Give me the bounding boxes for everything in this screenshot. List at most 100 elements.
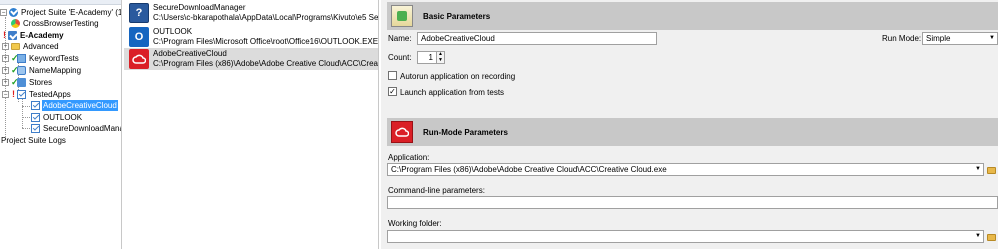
tree-line xyxy=(22,117,30,118)
run-mode-value: Simple xyxy=(926,34,951,43)
working-folder-label: Working folder: xyxy=(388,219,442,228)
tree-item-adobecreativecloud[interactable]: AdobeCreativeCloud xyxy=(31,100,118,111)
folder-icon xyxy=(11,43,20,50)
folder-open-icon xyxy=(986,233,996,241)
run-mode-parameters-header: Run-Mode Parameters xyxy=(387,118,998,146)
tree-item-stores[interactable]: + ✓ Stores xyxy=(2,77,53,88)
check-marker-icon: ✓ xyxy=(11,53,19,63)
application-label: Application: xyxy=(388,153,430,162)
run-mode-select[interactable]: Simple ▼ xyxy=(922,32,998,45)
tree-item-label: Advanced xyxy=(23,42,59,51)
tested-app-icon xyxy=(31,124,40,133)
browse-working-folder-button[interactable] xyxy=(985,231,997,243)
tree-item-advanced[interactable]: + Advanced xyxy=(2,41,60,52)
tree-item-label: CrossBrowserTesting xyxy=(23,19,99,28)
section-title: Basic Parameters xyxy=(423,11,491,21)
chevron-down-icon[interactable]: ▼ xyxy=(973,231,983,242)
collapse-toggle[interactable]: − xyxy=(0,9,7,16)
question-mark-icon: ? xyxy=(129,3,149,23)
tree-item-namemapping[interactable]: + ✓ NameMapping xyxy=(2,65,82,76)
app-name: SecureDownloadManager xyxy=(153,3,246,12)
app-name: OUTLOOK xyxy=(153,27,193,36)
autorun-checkbox[interactable] xyxy=(388,71,397,80)
app-name: AdobeCreativeCloud xyxy=(153,49,227,58)
name-label: Name: xyxy=(388,34,412,43)
tree-item-label: E-Academy xyxy=(20,31,64,40)
spin-buttons[interactable]: ▲ ▼ xyxy=(436,52,444,63)
application-combo[interactable]: C:\Program Files (x86)\Adobe\Adobe Creat… xyxy=(387,163,984,176)
basic-parameters-header: Basic Parameters xyxy=(387,2,998,30)
tree-item-project-suite[interactable]: − Project Suite 'E-Academy' (1 project) xyxy=(0,7,122,18)
project-explorer-tree[interactable]: − Project Suite 'E-Academy' (1 project) … xyxy=(0,0,122,249)
tree-item-testedapps[interactable]: − ! TestedApps xyxy=(2,89,72,100)
error-marker-icon: ! xyxy=(12,89,15,99)
tree-item-label: Project Suite Logs xyxy=(1,136,66,145)
expand-toggle[interactable]: + xyxy=(2,55,9,62)
adobe-creative-cloud-icon xyxy=(129,49,149,69)
tree-item-label: AdobeCreativeCloud xyxy=(42,100,118,111)
browse-application-button[interactable] xyxy=(985,164,997,176)
count-label: Count: xyxy=(388,53,412,62)
autorun-label: Autorun application on recording xyxy=(400,72,516,81)
launch-from-tests-label: Launch application from tests xyxy=(400,88,505,97)
tree-line xyxy=(22,98,23,128)
keyword-tests-icon xyxy=(17,54,26,63)
chevron-down-icon[interactable]: ▼ xyxy=(973,164,983,175)
tree-toolbar xyxy=(0,0,121,5)
section-title: Run-Mode Parameters xyxy=(423,127,508,137)
tested-apps-list[interactable]: ? SecureDownloadManager C:\Users\c-bkara… xyxy=(124,0,379,249)
tree-item-label: NameMapping xyxy=(29,66,82,75)
tree-line xyxy=(22,106,30,107)
chevron-down-icon[interactable]: ▼ xyxy=(987,33,997,44)
tree-item-label: SecureDownloadManager xyxy=(43,124,121,133)
cmdline-field[interactable] xyxy=(387,196,998,209)
expand-toggle[interactable]: + xyxy=(2,67,9,74)
tree-item-keywordtests[interactable]: + ✓ KeywordTests xyxy=(2,53,80,64)
list-item-outlook[interactable]: O OUTLOOK C:\Program Files\Microsoft Off… xyxy=(124,26,379,48)
count-stepper[interactable]: 1 ▲ ▼ xyxy=(417,51,445,64)
tree-item-label: OUTLOOK xyxy=(43,113,83,122)
tree-item-e-academy[interactable]: ! E-Academy xyxy=(2,30,65,41)
name-mapping-icon xyxy=(17,66,26,75)
tree-line xyxy=(22,128,30,129)
run-mode-label: Run Mode: xyxy=(882,34,922,43)
tree-item-label: TestedApps xyxy=(29,90,71,99)
tree-item-label: Stores xyxy=(29,78,53,87)
tree-item-label: KeywordTests xyxy=(29,54,79,63)
app-path: C:\Program Files (x86)\Adobe\Adobe Creat… xyxy=(153,59,378,68)
spin-down-icon[interactable]: ▼ xyxy=(437,57,444,64)
tested-apps-icon xyxy=(17,90,26,99)
launch-from-tests-checkbox[interactable]: ✓ xyxy=(388,87,397,96)
list-item-adobecreativecloud[interactable]: AdobeCreativeCloud C:\Program Files (x86… xyxy=(124,48,378,70)
check-marker-icon: ✓ xyxy=(11,77,19,87)
tree-item-project-suite-logs[interactable]: Project Suite Logs xyxy=(0,135,67,146)
app-path: C:\Users\c-bkarapothala\AppData\Local\Pr… xyxy=(153,13,379,22)
expand-toggle[interactable]: + xyxy=(2,79,9,86)
cross-browser-icon xyxy=(11,19,20,28)
project-suite-icon xyxy=(9,8,18,17)
basic-parameters-icon xyxy=(391,5,413,27)
tested-app-icon xyxy=(31,113,40,122)
tree-item-label: Project Suite 'E-Academy' (1 project) xyxy=(21,8,122,17)
folder-open-icon xyxy=(986,166,996,174)
expand-toggle[interactable]: + xyxy=(2,43,9,50)
collapse-toggle[interactable]: − xyxy=(2,91,9,98)
app-path: C:\Program Files\Microsoft Office\root\O… xyxy=(153,37,379,46)
name-value: AdobeCreativeCloud xyxy=(421,34,495,43)
name-field[interactable]: AdobeCreativeCloud xyxy=(417,32,657,45)
adobe-creative-cloud-icon xyxy=(391,121,413,143)
working-folder-combo[interactable]: ▼ xyxy=(387,230,984,243)
tree-item-securedownloadmanager[interactable]: SecureDownloadManager xyxy=(31,123,121,134)
project-icon xyxy=(8,31,17,40)
application-value: C:\Program Files (x86)\Adobe\Adobe Creat… xyxy=(391,165,667,174)
outlook-icon: O xyxy=(129,27,149,47)
cmdline-label: Command-line parameters: xyxy=(388,186,485,195)
count-value: 1 xyxy=(428,53,433,62)
check-marker-icon: ✓ xyxy=(11,65,19,75)
error-marker-icon: ! xyxy=(3,30,6,40)
parameters-pane: Basic Parameters Name: AdobeCreativeClou… xyxy=(381,0,998,249)
tree-item-outlook[interactable]: OUTLOOK xyxy=(31,112,83,123)
list-item-securedownloadmanager[interactable]: ? SecureDownloadManager C:\Users\c-bkara… xyxy=(124,2,379,24)
tree-item-crossbrowsertesting[interactable]: CrossBrowserTesting xyxy=(5,18,100,29)
tested-app-icon xyxy=(31,101,40,110)
